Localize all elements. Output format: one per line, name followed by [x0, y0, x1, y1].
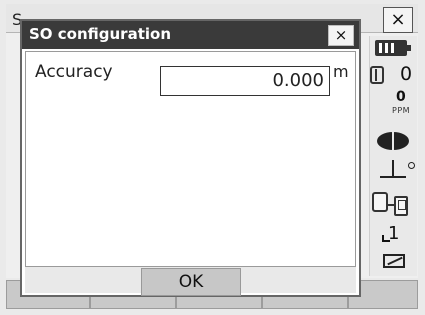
instrument-screen: S × 0 0 PPM 1 SO configuration × Accurac…: [0, 0, 425, 315]
ppm-value[interactable]: 0: [396, 89, 406, 105]
communication-icon[interactable]: [372, 190, 416, 218]
ppm-label: PPM: [392, 106, 411, 115]
app-close-button[interactable]: ×: [383, 7, 413, 33]
accuracy-input[interactable]: 0.000: [160, 66, 330, 96]
input-mode-value[interactable]: 1: [388, 223, 399, 244]
ok-button[interactable]: OK: [141, 268, 241, 296]
battery-icon: [375, 40, 411, 56]
accuracy-label: Accuracy: [35, 62, 113, 82]
dialog-titlebar: SO configuration ×: [22, 21, 359, 49]
accuracy-value: 0.000: [272, 70, 324, 91]
dialog-body: Accuracy 0.000 m: [25, 51, 356, 267]
so-configuration-dialog: SO configuration × Accuracy 0.000 m OK: [20, 19, 361, 297]
dialog-close-button[interactable]: ×: [328, 25, 354, 46]
laser-icon[interactable]: [377, 132, 409, 150]
dialog-title: SO configuration: [29, 25, 172, 43]
prism-constant-value: 0: [400, 63, 413, 85]
pen-icon[interactable]: [383, 254, 405, 268]
accuracy-unit: m: [333, 62, 349, 81]
prism-icon[interactable]: [370, 66, 384, 84]
tilt-icon[interactable]: [380, 158, 416, 182]
